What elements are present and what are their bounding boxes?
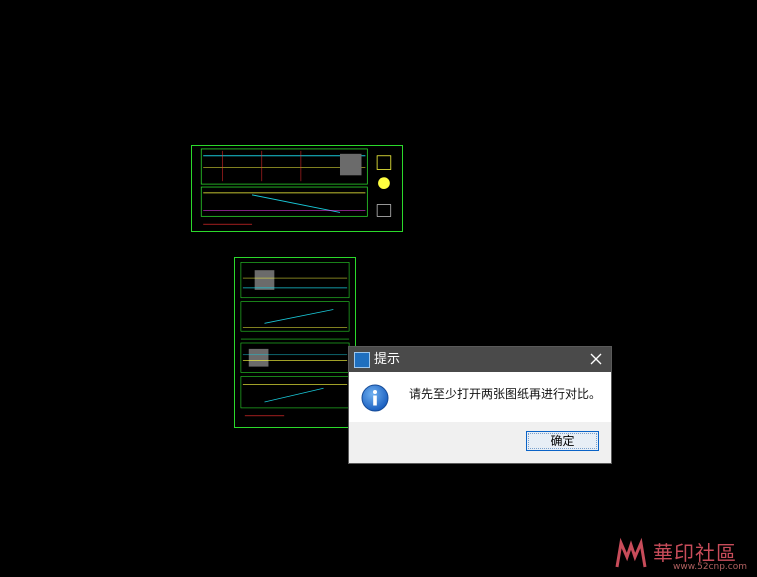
watermark-url: www.52cnp.com: [673, 562, 748, 572]
ok-button[interactable]: 确定: [526, 431, 599, 451]
watermark-logo-icon: [615, 537, 647, 568]
dialog-title: 提示: [374, 352, 401, 367]
drawing-sheet-1-content: [200, 148, 392, 225]
ok-button-focus-ring: [528, 433, 597, 449]
info-icon: [361, 384, 389, 412]
watermark: 華印社區 www.52cnp.com: [613, 535, 753, 575]
drawing-sheet-2: [234, 257, 356, 428]
close-icon: [590, 353, 602, 365]
drawing-sheet-1: [191, 145, 403, 232]
app-icon: [354, 352, 370, 368]
close-button[interactable]: [581, 347, 611, 372]
drawing-sheet-2-content: [240, 262, 350, 417]
dialog-body: 请先至少打开两张图纸再进行对比。: [349, 372, 611, 422]
dialog-message: 请先至少打开两张图纸再进行对比。: [409, 387, 602, 401]
dialog-titlebar[interactable]: 提示: [349, 347, 611, 372]
prompt-dialog: 提示 请先至少打开两张图纸再进行对比。 确定: [348, 346, 612, 464]
